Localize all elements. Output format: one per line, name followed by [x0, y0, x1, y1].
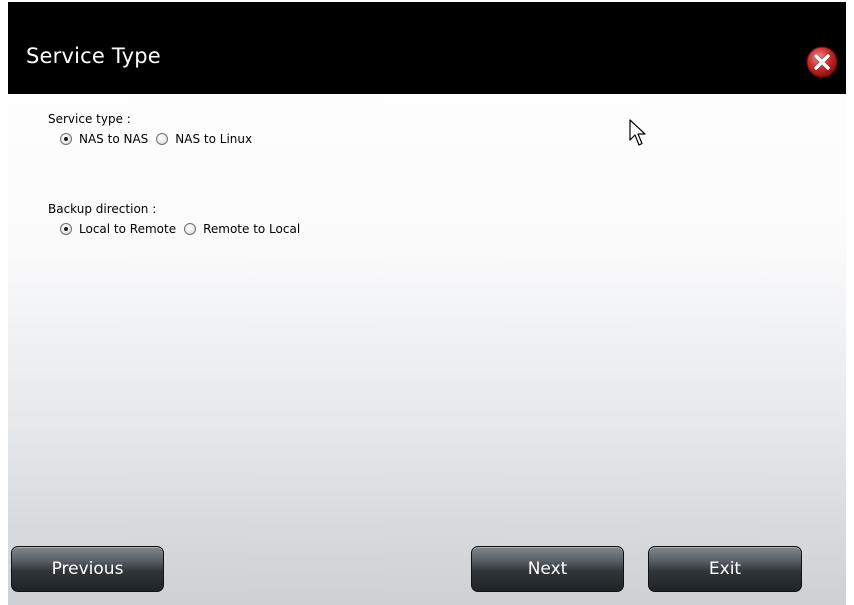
radio-button-checked[interactable]	[60, 223, 72, 235]
exit-button[interactable]: Exit	[648, 546, 802, 592]
radio-nas-to-linux-label: NAS to Linux	[175, 132, 253, 146]
backup-direction-label: Backup direction :	[48, 202, 157, 216]
radio-nas-to-linux[interactable]: NAS to Linux	[156, 132, 252, 146]
radio-remote-to-local-label: Remote to Local	[203, 222, 301, 236]
close-icon	[806, 46, 838, 78]
backup-direction-radio-group: Local to Remote Remote to Local	[60, 222, 308, 236]
radio-button-unchecked[interactable]	[184, 223, 197, 235]
next-button[interactable]: Next	[471, 546, 624, 592]
close-button[interactable]	[806, 46, 838, 78]
dialog-content: Service type : NAS to NAS NAS to Linux B…	[8, 94, 846, 605]
radio-nas-to-nas[interactable]: NAS to NAS	[60, 132, 148, 146]
radio-local-to-remote-label: Local to Remote	[79, 222, 177, 236]
radio-nas-to-nas-label: NAS to NAS	[79, 132, 149, 146]
dialog-titlebar: Service Type	[8, 2, 846, 94]
service-type-label: Service type :	[48, 112, 131, 126]
service-type-dialog: Service Type Service type : NAS to NAS N…	[8, 2, 846, 605]
radio-button-checked[interactable]	[60, 133, 72, 145]
radio-button-unchecked[interactable]	[156, 133, 169, 145]
mouse-pointer-icon	[629, 119, 646, 146]
radio-remote-to-local[interactable]: Remote to Local	[184, 222, 300, 236]
previous-button[interactable]: Previous	[11, 546, 164, 592]
service-type-radio-group: NAS to NAS NAS to Linux	[60, 132, 260, 146]
dialog-title: Service Type	[26, 44, 161, 68]
radio-local-to-remote[interactable]: Local to Remote	[60, 222, 176, 236]
